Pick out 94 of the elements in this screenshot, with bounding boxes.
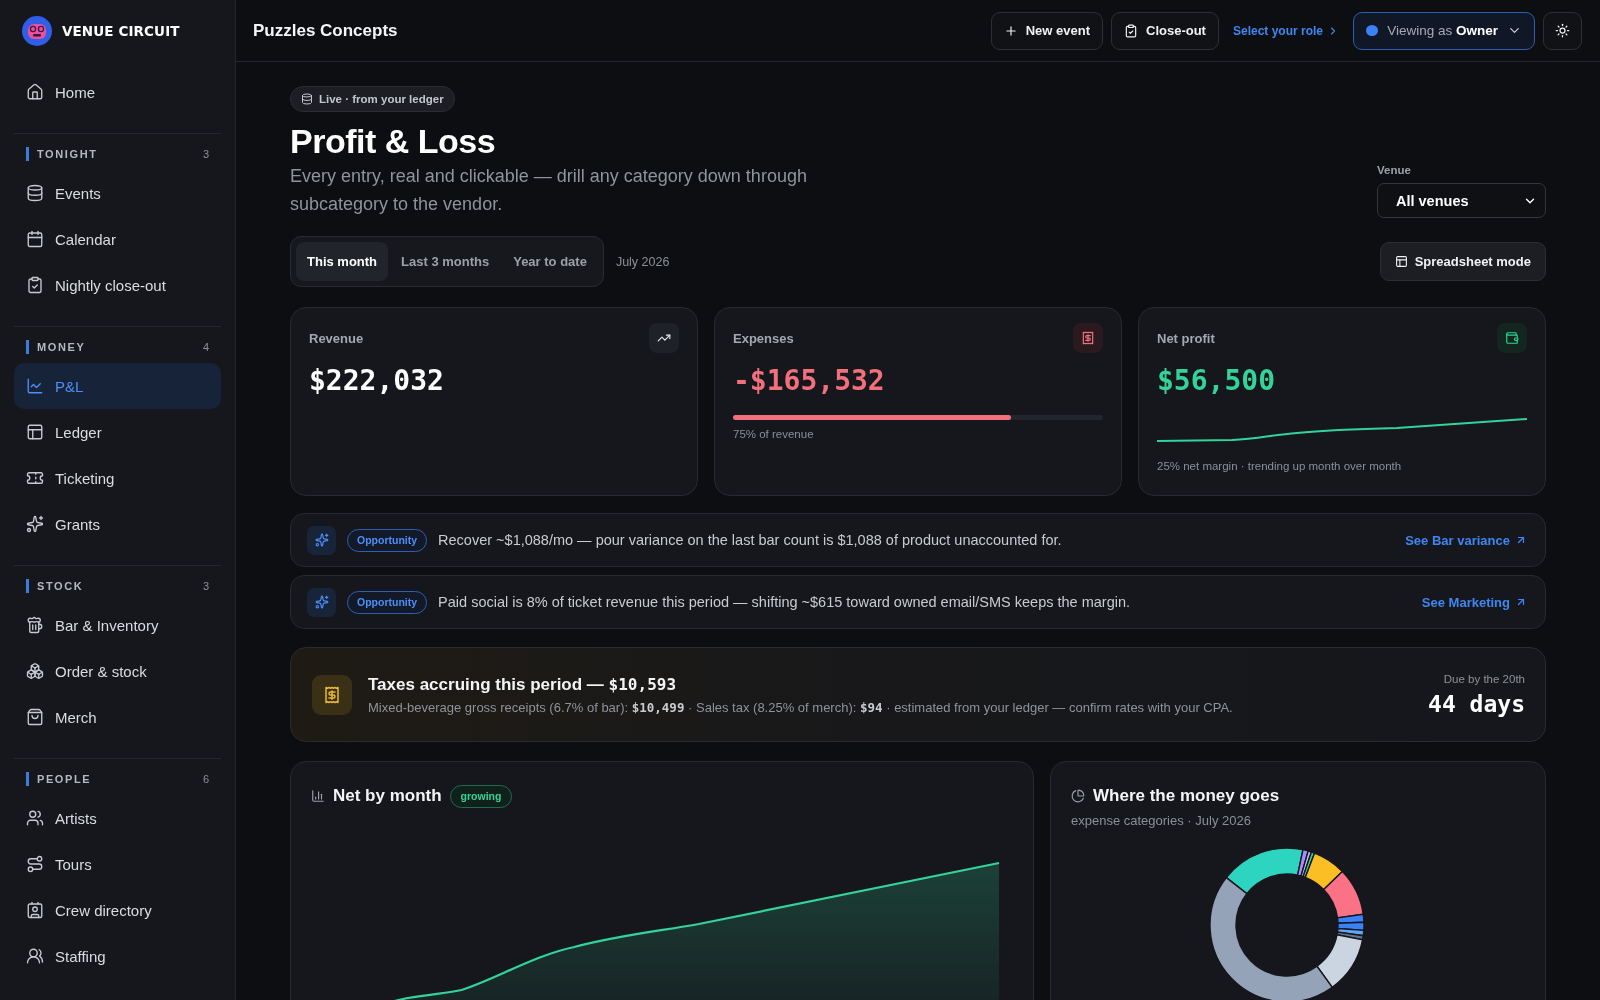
sidebar-item[interactable]: Ledger [14, 409, 221, 455]
section-count: 6 [202, 773, 209, 785]
kpi-note: 25% net margin · trending up month over month [1157, 460, 1402, 472]
status-dot-icon [1366, 25, 1379, 36]
shopping-bag-icon [26, 708, 44, 726]
section-title: TONIGHT [26, 147, 98, 161]
kpi-label: Net profit [1157, 330, 1215, 346]
page-subtitle: Every entry, real and clickable — drill any category down through subcategory to the vendor. [290, 165, 808, 216]
sidebar-item[interactable]: Crew directory [14, 887, 221, 933]
logo-icon [22, 16, 52, 46]
new-event-button[interactable]: New event [990, 11, 1103, 50]
calendar-icon [26, 230, 44, 248]
kpi-label: Expenses [733, 330, 794, 346]
sun-icon [1555, 23, 1570, 38]
sidebar-item[interactable]: Events [14, 170, 221, 216]
section-title: STOCK [26, 579, 84, 593]
kpi-label: Revenue [309, 330, 364, 346]
due-label: Due by the 20th [1443, 672, 1525, 685]
plus-icon [1003, 23, 1018, 38]
sidebar-item[interactable]: Bar & Inventory [14, 602, 221, 648]
chart-title: Where the money goes [1093, 786, 1280, 806]
clipboard-check-icon [26, 276, 44, 294]
database-icon [301, 93, 313, 105]
clipboard-check-icon [1124, 23, 1138, 38]
page-title: Profit & Loss [290, 121, 497, 161]
spreadsheet-mode-button[interactable]: Spreadsheet mode [1379, 242, 1546, 281]
sidebar-item[interactable]: Ticketing [14, 455, 221, 501]
sidebar-item[interactable]: Order & stock [14, 648, 221, 694]
opportunity-link[interactable]: See Marketing [1421, 594, 1527, 610]
layout-icon [1394, 255, 1408, 268]
period-tab[interactable]: Year to date [502, 242, 598, 281]
sidebar-item[interactable]: Grants [14, 501, 221, 547]
period-tab[interactable]: Last 3 months [390, 242, 501, 281]
sidebar-item[interactable]: Home [14, 69, 221, 115]
sparkles-icon [307, 525, 336, 555]
bar-chart-icon [311, 789, 325, 803]
database-icon [26, 184, 44, 202]
arrow-up-right-icon [1515, 596, 1527, 608]
venue-label: Venue [1377, 164, 1412, 176]
section-title: PEOPLE [26, 772, 92, 786]
kpi-value: $56,500 [1157, 363, 1275, 399]
boxes-icon [26, 662, 44, 680]
sidebar-item[interactable]: P&L [14, 363, 221, 409]
section-count: 3 [202, 148, 209, 160]
venue-select[interactable]: All venues [1377, 183, 1546, 218]
ledger-tag-text: Live · from your ledger [319, 93, 444, 105]
section-count: 3 [202, 580, 209, 592]
period-tab[interactable]: This month [296, 242, 389, 281]
period-label: July 2026 [615, 254, 670, 269]
chart-subtitle: expense categories · July 2026 [1071, 813, 1251, 828]
opportunity-link[interactable]: See Bar variance [1405, 532, 1527, 548]
workspace-title: Puzzles Concepts [253, 20, 398, 41]
users-icon [26, 809, 44, 827]
due-countdown: 44 days [1428, 690, 1525, 717]
role-link[interactable]: Select your role [1226, 23, 1345, 38]
sidebar-item[interactable]: Merch [14, 694, 221, 740]
brand-name: VENUE CIRCUIT [62, 23, 180, 39]
tax-title: Taxes accruing this period — $10,593 [368, 674, 678, 696]
wallet-icon [1497, 323, 1527, 353]
sidebar-item[interactable]: Staffing [14, 933, 221, 979]
beer-mug-icon [26, 616, 44, 634]
role-dropdown[interactable]: Viewing as Owner [1353, 11, 1535, 50]
opportunity-badge: Opportunity [347, 590, 428, 614]
theme-button[interactable] [1543, 11, 1582, 50]
opportunity-badge: Opportunity [347, 528, 428, 552]
tax-detail: Mixed-beverage gross receipts (6.7% of bar): $10,499 · Sales tax (8.25% of merch): $94 · estimated from your ledger — confirm rates with your CPA. [368, 700, 1234, 715]
layout-icon [26, 423, 44, 441]
trend-badge: growing [449, 784, 513, 808]
arrow-up-right-icon [1515, 534, 1527, 546]
ticket-icon [26, 469, 44, 487]
chart-title: Net by month [333, 786, 442, 806]
kpi-note: 75% of revenue [733, 428, 814, 440]
close-out-button[interactable]: Close-out [1111, 11, 1219, 50]
opportunity-text: Paid social is 8% of ticket revenue this period — shifting ~$615 toward owned email/SMS keeps the margin. [438, 594, 1131, 610]
line-chart-icon [26, 377, 44, 395]
sidebar-item[interactable]: Tours [14, 841, 221, 887]
receipt-icon [312, 674, 352, 715]
kpi-value: $222,032 [309, 363, 444, 399]
sidebar-item[interactable]: Artists [14, 795, 221, 841]
sparkles-icon [307, 587, 336, 617]
pie-chart-icon [1071, 789, 1085, 803]
section-count: 4 [202, 341, 209, 353]
section-title: MONEY [26, 340, 86, 354]
route-icon [26, 855, 44, 873]
sparkles-icon [26, 515, 44, 533]
sidebar-item[interactable]: Calendar [14, 216, 221, 262]
home-icon [26, 83, 44, 101]
receipt-icon [1073, 323, 1103, 353]
trend-up-icon [649, 323, 679, 353]
kpi-value: -$165,532 [733, 363, 885, 399]
contact-icon [26, 901, 44, 919]
sidebar-item[interactable]: Nightly close-out [14, 262, 221, 308]
opportunity-text: Recover ~$1,088/mo — pour variance on the last bar count is $1,088 of product unaccounted for. [438, 532, 1063, 548]
people-icon [26, 947, 44, 965]
